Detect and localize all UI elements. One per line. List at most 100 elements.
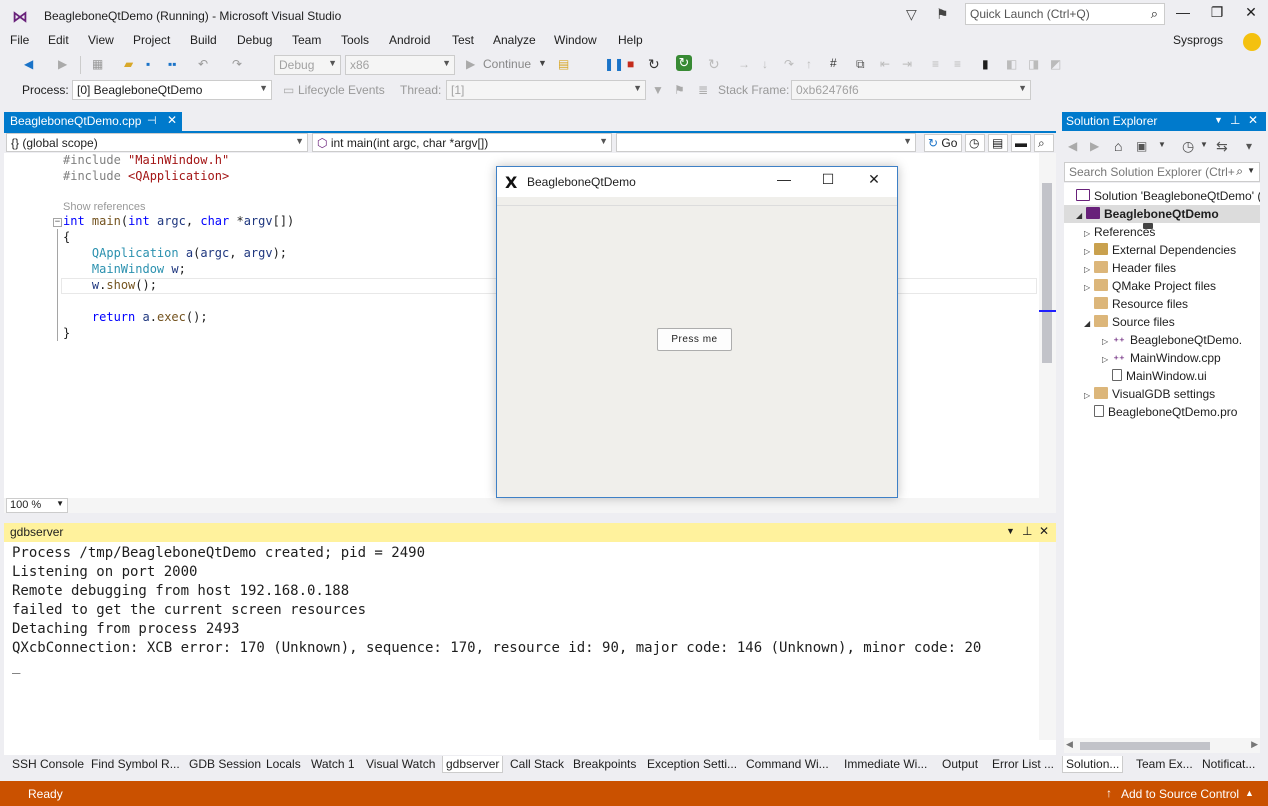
feedback-icon[interactable] bbox=[1243, 33, 1261, 51]
tab-solution-explorer[interactable]: Solution... bbox=[1062, 756, 1124, 773]
tree-item[interactable]: Solution 'BeagleboneQtDemo' ( bbox=[1076, 187, 1260, 205]
tree-item[interactable]: ◢ BeagleboneQtDemo bbox=[1064, 205, 1260, 223]
scrollbar-thumb[interactable] bbox=[1080, 742, 1210, 750]
scope-select[interactable]: {} (global scope) ▼ bbox=[6, 133, 308, 152]
menu-debug[interactable]: Debug bbox=[237, 33, 272, 47]
tab-exception-settings[interactable]: Exception Setti... bbox=[645, 756, 739, 772]
tab-breakpoints[interactable]: Breakpoints bbox=[571, 756, 638, 772]
qt-maximize-button[interactable]: ☐ bbox=[813, 171, 843, 193]
tab-locals[interactable]: Locals bbox=[264, 756, 303, 772]
redo-icon[interactable]: ↷ bbox=[232, 57, 242, 71]
pin-icon[interactable]: ⊣ bbox=[147, 114, 157, 127]
forward-icon[interactable]: ▶ bbox=[1090, 139, 1099, 153]
collapse-icon[interactable]: − bbox=[53, 218, 62, 227]
quick-launch-input[interactable]: Quick Launch (Ctrl+Q) ⌕ bbox=[965, 3, 1165, 25]
step-into-icon[interactable]: → bbox=[738, 57, 750, 71]
search-button[interactable]: ⌕ bbox=[1034, 134, 1054, 152]
tree-item[interactable]: ▷ ⁺⁺ MainWindow.cpp bbox=[1102, 349, 1221, 367]
tab-immediate-window[interactable]: Immediate Wi... bbox=[842, 756, 929, 772]
go-button[interactable]: ↻ Go bbox=[924, 134, 962, 152]
gdbserver-vertical-scrollbar[interactable] bbox=[1039, 542, 1056, 740]
menu-file[interactable]: File bbox=[10, 33, 29, 47]
add-to-source-control-button[interactable]: Add to Source Control bbox=[1121, 787, 1239, 801]
lifecycle-events-button[interactable]: Lifecycle Events bbox=[298, 83, 385, 97]
chevron-up-icon[interactable]: ▲ bbox=[1245, 788, 1254, 798]
close-icon[interactable]: ✕ bbox=[1248, 113, 1258, 127]
chevron-down-icon[interactable]: ▼ bbox=[1247, 166, 1255, 175]
notifications-icon[interactable]: ⚑ bbox=[936, 6, 949, 23]
tab-output[interactable]: Output bbox=[940, 756, 980, 772]
save-icon[interactable]: ▪ bbox=[146, 57, 150, 71]
step-up-icon[interactable]: ↑ bbox=[806, 57, 812, 71]
outdent-icon[interactable]: ⇤ bbox=[880, 57, 890, 71]
tree-item[interactable]: ▷ ⁺⁺ BeagleboneQtDemo. bbox=[1102, 331, 1242, 349]
step-over-icon[interactable]: ↓ bbox=[762, 57, 768, 71]
chevron-down-icon[interactable]: ▼ bbox=[1214, 115, 1223, 125]
pin-icon[interactable]: ⊥ bbox=[1230, 113, 1240, 127]
minimize-button[interactable]: — bbox=[1168, 4, 1198, 24]
editor-vertical-scrollbar[interactable] bbox=[1039, 153, 1056, 498]
navigate-forward-icon[interactable]: ▶ bbox=[58, 57, 67, 71]
tab-team-explorer[interactable]: Team Ex... bbox=[1134, 756, 1195, 772]
chevron-down-icon[interactable]: ▼ bbox=[1006, 526, 1015, 536]
menu-tools[interactable]: Tools bbox=[341, 33, 369, 47]
bookmark-icon[interactable]: ▮ bbox=[982, 57, 989, 71]
close-button[interactable]: ✕ bbox=[1236, 4, 1266, 24]
tab-error-list[interactable]: Error List ... bbox=[990, 756, 1056, 772]
step-out-icon[interactable]: ↷ bbox=[784, 57, 794, 71]
tab-gdb-session[interactable]: GDB Session bbox=[187, 756, 263, 772]
menu-project[interactable]: Project bbox=[133, 33, 170, 47]
gdbserver-output-text[interactable]: Process /tmp/BeagleboneQtDemo created; p… bbox=[12, 544, 981, 676]
user-account[interactable]: Sysprogs bbox=[1173, 33, 1223, 47]
tab-watch-1[interactable]: Watch 1 bbox=[309, 756, 357, 772]
menu-help[interactable]: Help bbox=[618, 33, 643, 47]
home-icon[interactable]: ⌂ bbox=[1114, 138, 1122, 154]
uncomment-icon[interactable]: ≡ bbox=[954, 57, 961, 71]
chevron-down-icon[interactable]: ▼ bbox=[1158, 140, 1166, 149]
show-next-statement-icon[interactable]: ↻ bbox=[708, 56, 720, 73]
zoom-select[interactable]: 100 % ▼ bbox=[6, 498, 68, 513]
menu-edit[interactable]: Edit bbox=[48, 33, 69, 47]
continue-button[interactable]: Continue bbox=[483, 57, 531, 71]
menu-build[interactable]: Build bbox=[190, 33, 217, 47]
tree-item[interactable]: ▷ Header files bbox=[1084, 259, 1176, 277]
show-references-link[interactable]: Show references bbox=[63, 201, 146, 213]
tab-find-symbol-results[interactable]: Find Symbol R... bbox=[89, 756, 182, 772]
tab-notifications[interactable]: Notificat... bbox=[1200, 756, 1257, 772]
more-options-icon[interactable]: ▾ bbox=[1246, 139, 1252, 153]
timer-button[interactable]: ◷ bbox=[965, 134, 985, 152]
editor-horizontal-scrollbar[interactable]: 100 % ▼ bbox=[4, 498, 1056, 513]
indent-icon[interactable]: ⇥ bbox=[902, 57, 912, 71]
qt-minimize-button[interactable]: — bbox=[769, 171, 799, 193]
clear-bookmarks-icon[interactable]: ◩ bbox=[1050, 57, 1061, 71]
next-bookmark-icon[interactable]: ◨ bbox=[1028, 57, 1039, 71]
document-button[interactable]: ▤ bbox=[988, 134, 1008, 152]
undo-icon[interactable]: ↶ bbox=[198, 57, 208, 71]
threads-icon[interactable]: ⧉ bbox=[856, 57, 865, 72]
restart-icon[interactable]: ↻ bbox=[648, 56, 660, 73]
function-select[interactable]: ⬡ int main(int argc, char *argv[]) ▼ bbox=[312, 133, 612, 152]
prev-bookmark-icon[interactable]: ◧ bbox=[1006, 57, 1017, 71]
qt-close-button[interactable]: ✕ bbox=[859, 171, 889, 193]
platform-select[interactable]: x86 ▼ bbox=[345, 55, 455, 75]
tree-item[interactable]: ▷ External Dependencies bbox=[1084, 241, 1236, 259]
scroll-left-icon[interactable]: ◀ bbox=[1066, 739, 1073, 750]
solution-explorer-search-input[interactable]: Search Solution Explorer (Ctrl+ ⌕ ▼ bbox=[1064, 162, 1260, 182]
tag-button[interactable]: ▬ bbox=[1011, 134, 1031, 152]
tab-gdbserver[interactable]: gdbserver bbox=[442, 756, 504, 773]
back-icon[interactable]: ◀ bbox=[1068, 139, 1077, 153]
configuration-select[interactable]: Debug ▼ bbox=[274, 55, 341, 75]
filter-icon[interactable]: ▽ bbox=[906, 6, 917, 23]
sync-icon[interactable]: ⇆ bbox=[1216, 138, 1228, 155]
close-tab-icon[interactable]: ✕ bbox=[167, 113, 177, 127]
open-file-icon[interactable]: ▰ bbox=[124, 57, 133, 71]
call-stack-icon[interactable]: ≣ bbox=[698, 83, 708, 97]
menu-android[interactable]: Android bbox=[389, 33, 430, 47]
editor-tab-beagleboneqtdemo-cpp[interactable]: BeagleboneQtDemo.cpp ⊣ ✕ bbox=[4, 112, 182, 131]
switch-views-icon[interactable]: ▣ bbox=[1136, 139, 1147, 153]
tree-item[interactable]: ◢ Source files bbox=[1084, 313, 1175, 331]
menu-test[interactable]: Test bbox=[452, 33, 474, 47]
expanded-arrow-icon[interactable]: ◢ bbox=[1084, 315, 1094, 333]
hex-display-icon[interactable]: # bbox=[830, 56, 837, 70]
flag-thread-icon[interactable]: ⚑ bbox=[674, 83, 685, 97]
